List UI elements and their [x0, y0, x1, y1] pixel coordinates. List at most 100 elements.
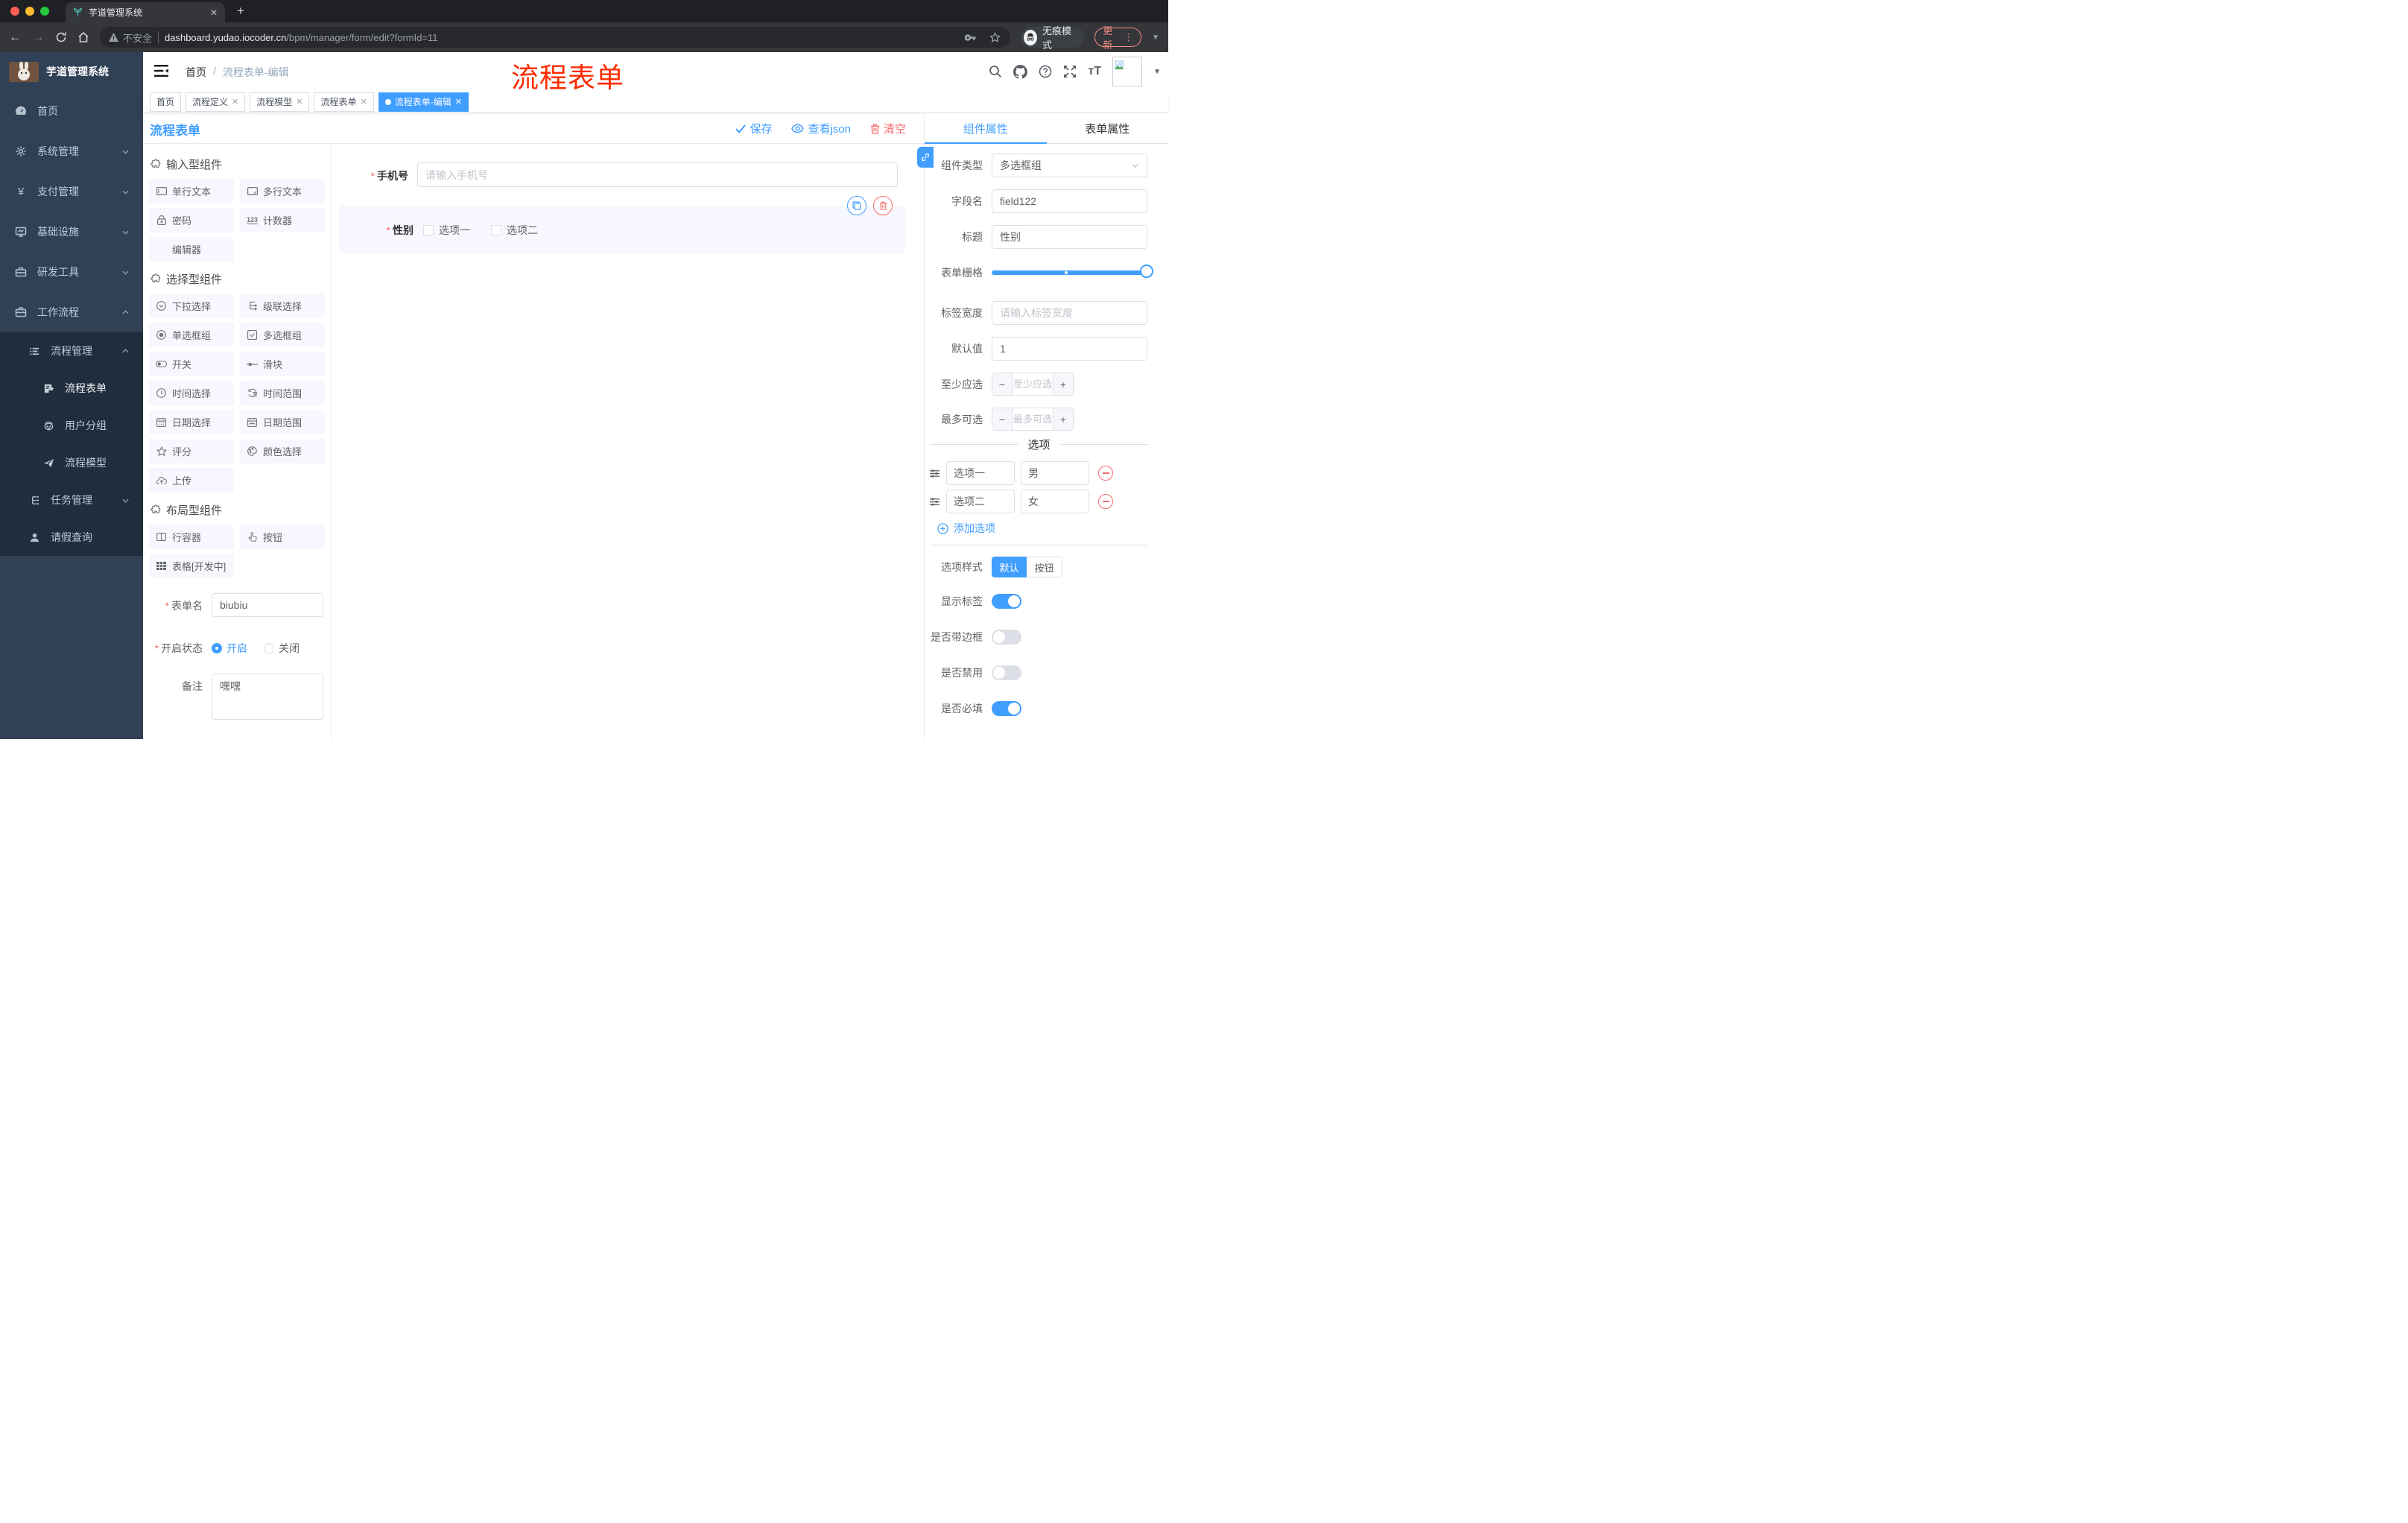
component-item-checkbox-group[interactable]: 多选框组	[240, 323, 325, 347]
min-select-input[interactable]	[1013, 373, 1053, 395]
component-item-slider[interactable]: 滑块	[240, 352, 325, 376]
component-item-radio-group[interactable]: 单选框组	[149, 323, 234, 347]
decrease-button[interactable]: −	[992, 408, 1013, 430]
slider-track[interactable]	[992, 270, 1147, 275]
required-toggle[interactable]	[992, 701, 1021, 716]
delete-field-button[interactable]	[873, 196, 893, 215]
gender-option-2[interactable]: 选项二	[491, 223, 538, 238]
checkbox-icon[interactable]	[423, 225, 434, 235]
sidebar-item-payment[interactable]: ¥ 支付管理	[0, 171, 143, 212]
font-size-icon[interactable]: ᴛT	[1088, 65, 1101, 78]
sidebar-item-task-mgmt[interactable]: 任务管理	[0, 481, 143, 519]
option-value-input[interactable]	[1021, 490, 1089, 513]
hamburger-icon[interactable]	[154, 65, 168, 77]
tag-process-model[interactable]: 流程模型 ✕	[250, 92, 310, 112]
clear-button[interactable]: 清空	[870, 121, 906, 136]
avatar-caret-icon[interactable]: ▼	[1153, 68, 1161, 76]
sidebar-item-process-model[interactable]: 流程模型	[0, 444, 143, 481]
tab-form-props[interactable]: 表单属性	[1047, 113, 1169, 143]
form-name-input[interactable]	[212, 593, 323, 617]
tag-close-icon[interactable]: ✕	[361, 97, 367, 107]
chrome-dropdown-caret-icon[interactable]: ▼	[1152, 34, 1159, 42]
browser-tab[interactable]: 芋道管理系统 ✕	[66, 2, 225, 22]
help-icon[interactable]	[1039, 65, 1052, 78]
form-grid-slider[interactable]	[992, 261, 1153, 285]
tag-process-form-edit[interactable]: 流程表单-编辑 ✕	[378, 92, 469, 112]
component-item-counter[interactable]: 123 计数器	[240, 208, 325, 232]
bookmark-star-icon[interactable]	[989, 31, 1001, 44]
sidebar-item-process-mgmt[interactable]: 流程管理	[0, 332, 143, 370]
component-type-select[interactable]: 多选框组	[992, 153, 1147, 177]
reload-icon[interactable]	[55, 31, 67, 43]
slider-handle[interactable]	[1140, 265, 1153, 278]
tag-close-icon[interactable]: ✕	[455, 97, 462, 107]
decrease-button[interactable]: −	[992, 373, 1013, 395]
breadcrumb-home[interactable]: 首页	[186, 65, 206, 80]
drag-handle-icon[interactable]	[929, 497, 940, 507]
default-value-input[interactable]	[992, 337, 1147, 361]
tab-close-icon[interactable]: ✕	[210, 7, 218, 18]
status-radio-off[interactable]: 关闭	[264, 635, 300, 656]
component-item-table[interactable]: 表格[开发中]	[149, 554, 234, 578]
home-icon[interactable]	[77, 31, 89, 43]
back-icon[interactable]: ←	[9, 30, 22, 45]
drag-handle-icon[interactable]	[929, 469, 940, 478]
remark-textarea[interactable]: 嘿嘿	[212, 674, 323, 720]
remove-option-button[interactable]	[1098, 494, 1113, 509]
component-item-button[interactable]: 按钮	[240, 525, 325, 549]
copy-field-button[interactable]	[847, 196, 866, 215]
component-item-time-range[interactable]: 时间范围	[240, 381, 325, 405]
component-item-date-range[interactable]: 日期范围	[240, 410, 325, 434]
avatar[interactable]	[1112, 57, 1143, 86]
browser-menu-icon[interactable]: ⋮	[1124, 31, 1133, 43]
password-key-icon[interactable]	[964, 31, 977, 44]
remove-option-button[interactable]	[1098, 466, 1113, 481]
sidebar-item-infra[interactable]: 基础设施	[0, 212, 143, 252]
tag-home[interactable]: 首页	[150, 92, 182, 112]
max-select-input[interactable]	[1013, 408, 1053, 430]
sidebar-item-system[interactable]: 系统管理	[0, 131, 143, 171]
field-name-input[interactable]	[992, 189, 1147, 213]
phone-input[interactable]	[417, 162, 898, 187]
sidebar-item-workflow[interactable]: 工作流程	[0, 292, 143, 332]
phone-field-row[interactable]: * 手机号	[332, 162, 924, 187]
browser-update-button[interactable]: 更新 ⋮	[1094, 25, 1142, 51]
status-radio-on[interactable]: 开启	[212, 635, 247, 656]
style-button-button[interactable]: 按钮	[1027, 557, 1062, 577]
address-bar[interactable]: 不安全 dashboard.yudao.iocoder.cn/bpm/manag…	[100, 27, 1010, 48]
increase-button[interactable]: +	[1053, 373, 1073, 395]
forward-icon[interactable]: →	[32, 30, 45, 45]
window-minimize-button[interactable]	[25, 7, 34, 16]
sidebar-item-home[interactable]: 首页	[0, 91, 143, 131]
component-item-upload[interactable]: 上传	[149, 468, 234, 493]
show-label-toggle[interactable]	[992, 594, 1021, 609]
option-label-input[interactable]	[946, 490, 1015, 513]
security-warning[interactable]: 不安全	[109, 31, 152, 45]
tag-process-form[interactable]: 流程表单 ✕	[314, 92, 374, 112]
sidebar-item-devtools[interactable]: 研发工具	[0, 252, 143, 292]
component-item-cascader[interactable]: 级联选择	[240, 294, 325, 318]
selected-gender-field[interactable]: * 性别 选项一 选项二	[339, 196, 905, 253]
sidebar-item-process-form[interactable]: 流程表单	[0, 370, 143, 407]
checkbox-icon[interactable]	[491, 225, 501, 235]
border-toggle[interactable]	[992, 630, 1021, 645]
github-icon[interactable]	[1013, 64, 1028, 79]
component-item-switch[interactable]: 开关	[149, 352, 234, 376]
component-item-date-picker[interactable]: 日期选择	[149, 410, 234, 434]
sidebar-item-leave-query[interactable]: 请假查询	[0, 519, 143, 556]
tag-close-icon[interactable]: ✕	[232, 97, 238, 107]
sidebar-logo-row[interactable]: 芋道管理系统	[0, 52, 143, 91]
increase-button[interactable]: +	[1053, 408, 1073, 430]
add-option-button[interactable]: 添加选项	[937, 521, 1147, 536]
option-value-input[interactable]	[1021, 461, 1089, 485]
gender-option-1[interactable]: 选项一	[423, 223, 470, 238]
tab-component-props[interactable]: 组件属性	[925, 113, 1047, 144]
search-icon[interactable]	[989, 65, 1002, 78]
tag-close-icon[interactable]: ✕	[296, 97, 302, 107]
component-item-row-container[interactable]: 行容器	[149, 525, 234, 549]
option-label-input[interactable]	[946, 461, 1015, 485]
save-button[interactable]: 保存	[735, 121, 772, 136]
component-item-time-picker[interactable]: 时间选择	[149, 381, 234, 405]
component-item-single-text[interactable]: 单行文本	[149, 179, 234, 203]
style-default-button[interactable]: 默认	[992, 557, 1027, 577]
